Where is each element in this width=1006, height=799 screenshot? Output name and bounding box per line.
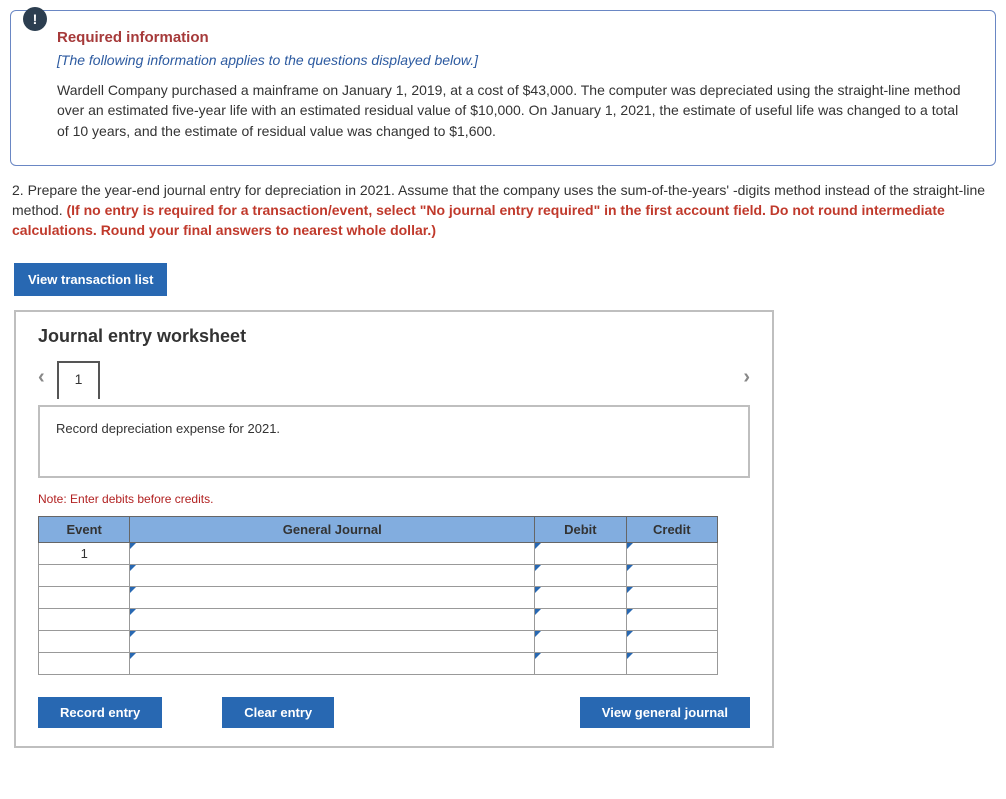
cell-event[interactable] bbox=[39, 608, 130, 630]
entry-description: Record depreciation expense for 2021. bbox=[38, 405, 750, 478]
record-entry-button[interactable]: Record entry bbox=[38, 697, 162, 728]
question-text: 2. Prepare the year-end journal entry fo… bbox=[12, 180, 994, 241]
cell-debit[interactable] bbox=[535, 542, 626, 564]
clear-entry-button[interactable]: Clear entry bbox=[222, 697, 334, 728]
note-text: Note: Enter debits before credits. bbox=[38, 492, 750, 506]
tab-row: ‹ 1 › bbox=[38, 359, 750, 397]
cell-event[interactable] bbox=[39, 586, 130, 608]
required-body: Wardell Company purchased a mainframe on… bbox=[57, 80, 965, 141]
cell-debit[interactable] bbox=[535, 586, 626, 608]
cell-debit[interactable] bbox=[535, 630, 626, 652]
table-row bbox=[39, 564, 718, 586]
cell-debit[interactable] bbox=[535, 608, 626, 630]
required-info-box: ! Required information [The following in… bbox=[10, 10, 996, 166]
table-row bbox=[39, 586, 718, 608]
required-subtitle: [The following information applies to th… bbox=[57, 52, 965, 68]
journal-worksheet: Journal entry worksheet ‹ 1 › Record dep… bbox=[14, 310, 774, 748]
cell-credit[interactable] bbox=[626, 630, 717, 652]
header-credit: Credit bbox=[626, 516, 717, 542]
cell-general-journal[interactable] bbox=[130, 586, 535, 608]
header-general-journal: General Journal bbox=[130, 516, 535, 542]
table-row bbox=[39, 630, 718, 652]
cell-event[interactable] bbox=[39, 630, 130, 652]
cell-credit[interactable] bbox=[626, 564, 717, 586]
cell-general-journal[interactable] bbox=[130, 542, 535, 564]
chevron-right-icon[interactable]: › bbox=[743, 366, 750, 389]
cell-credit[interactable] bbox=[626, 652, 717, 674]
table-row bbox=[39, 608, 718, 630]
cell-credit[interactable] bbox=[626, 608, 717, 630]
table-row: 1 bbox=[39, 542, 718, 564]
cell-event[interactable] bbox=[39, 652, 130, 674]
cell-credit[interactable] bbox=[626, 586, 717, 608]
required-title: Required information bbox=[57, 29, 965, 46]
cell-event[interactable] bbox=[39, 564, 130, 586]
chevron-left-icon[interactable]: ‹ bbox=[38, 366, 45, 389]
cell-event[interactable]: 1 bbox=[39, 542, 130, 564]
view-transaction-list-button[interactable]: View transaction list bbox=[14, 263, 167, 296]
cell-debit[interactable] bbox=[535, 652, 626, 674]
cell-general-journal[interactable] bbox=[130, 608, 535, 630]
question-instruction: (If no entry is required for a transacti… bbox=[12, 202, 945, 238]
cell-general-journal[interactable] bbox=[130, 564, 535, 586]
journal-table: Event General Journal Debit Credit 1 bbox=[38, 516, 718, 675]
alert-icon: ! bbox=[23, 7, 47, 31]
header-event: Event bbox=[39, 516, 130, 542]
cell-general-journal[interactable] bbox=[130, 630, 535, 652]
tab-1[interactable]: 1 bbox=[57, 361, 101, 399]
worksheet-title: Journal entry worksheet bbox=[38, 326, 750, 347]
cell-general-journal[interactable] bbox=[130, 652, 535, 674]
cell-credit[interactable] bbox=[626, 542, 717, 564]
view-general-journal-button[interactable]: View general journal bbox=[580, 697, 750, 728]
cell-debit[interactable] bbox=[535, 564, 626, 586]
header-debit: Debit bbox=[535, 516, 626, 542]
table-row bbox=[39, 652, 718, 674]
